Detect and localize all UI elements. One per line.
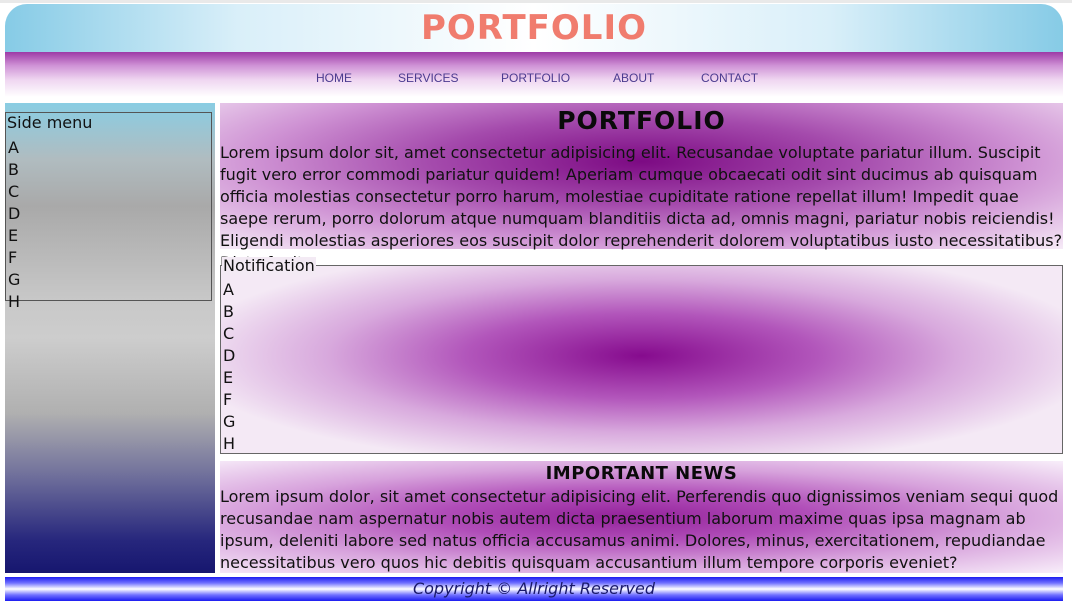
side-menu-item-a[interactable]: A <box>8 137 20 159</box>
side-menu-item-b[interactable]: B <box>8 159 20 181</box>
notification-item-c[interactable]: C <box>223 323 235 345</box>
title-banner: PORTFOLIO <box>5 4 1063 52</box>
nav-about-link[interactable]: ABOUT <box>613 71 654 85</box>
copyright-text: Copyright © Allright Reserved <box>412 579 656 598</box>
notification-item-h[interactable]: H <box>223 433 235 455</box>
side-menu-list: A B C D E F G H <box>8 137 20 313</box>
portfolio-heading: PORTFOLIO <box>557 106 726 135</box>
notification-item-e[interactable]: E <box>223 367 235 389</box>
site-footer: Copyright © Allright Reserved <box>5 577 1063 601</box>
side-menu-item-f[interactable]: F <box>8 247 20 269</box>
notification-fieldset: A B C D E F G H <box>220 265 1063 454</box>
news-text: Lorem ipsum dolor, sit amet consectetur … <box>220 487 1059 572</box>
important-news-section: IMPORTANT NEWS Lorem ipsum dolor, sit am… <box>220 461 1063 573</box>
top-border <box>0 0 1072 3</box>
notification-item-b[interactable]: B <box>223 301 235 323</box>
news-heading: IMPORTANT NEWS <box>545 463 738 484</box>
nav-contact-link[interactable]: CONTACT <box>701 71 758 85</box>
sidebar: Side menu A B C D E F G H <box>5 103 215 573</box>
side-menu-item-g[interactable]: G <box>8 269 20 291</box>
portfolio-text: Lorem ipsum dolor sit, amet consectetur … <box>220 143 1063 272</box>
notification-legend: Notification <box>222 256 316 275</box>
side-menu-item-h[interactable]: H <box>8 291 20 313</box>
notification-list: A B C D E F G H <box>223 279 235 455</box>
site-title: PORTFOLIO <box>420 8 647 48</box>
notification-item-d[interactable]: D <box>223 345 235 367</box>
notification-item-f[interactable]: F <box>223 389 235 411</box>
portfolio-section: PORTFOLIO Lorem ipsum dolor sit, amet co… <box>220 103 1063 272</box>
nav-portfolio-link[interactable]: PORTFOLIO <box>501 71 570 85</box>
main-nav: HOME SERVICES PORTFOLIO ABOUT CONTACT <box>5 52 1063 97</box>
side-menu-item-c[interactable]: C <box>8 181 20 203</box>
side-menu-fieldset: Side menu A B C D E F G H <box>5 112 212 311</box>
side-menu-legend: Side menu <box>7 113 93 132</box>
side-menu-item-d[interactable]: D <box>8 203 20 225</box>
notification-item-a[interactable]: A <box>223 279 235 301</box>
side-menu-item-e[interactable]: E <box>8 225 20 247</box>
nav-home-link[interactable]: HOME <box>316 71 352 85</box>
notification-item-g[interactable]: G <box>223 411 235 433</box>
nav-services-link[interactable]: SERVICES <box>398 71 458 85</box>
